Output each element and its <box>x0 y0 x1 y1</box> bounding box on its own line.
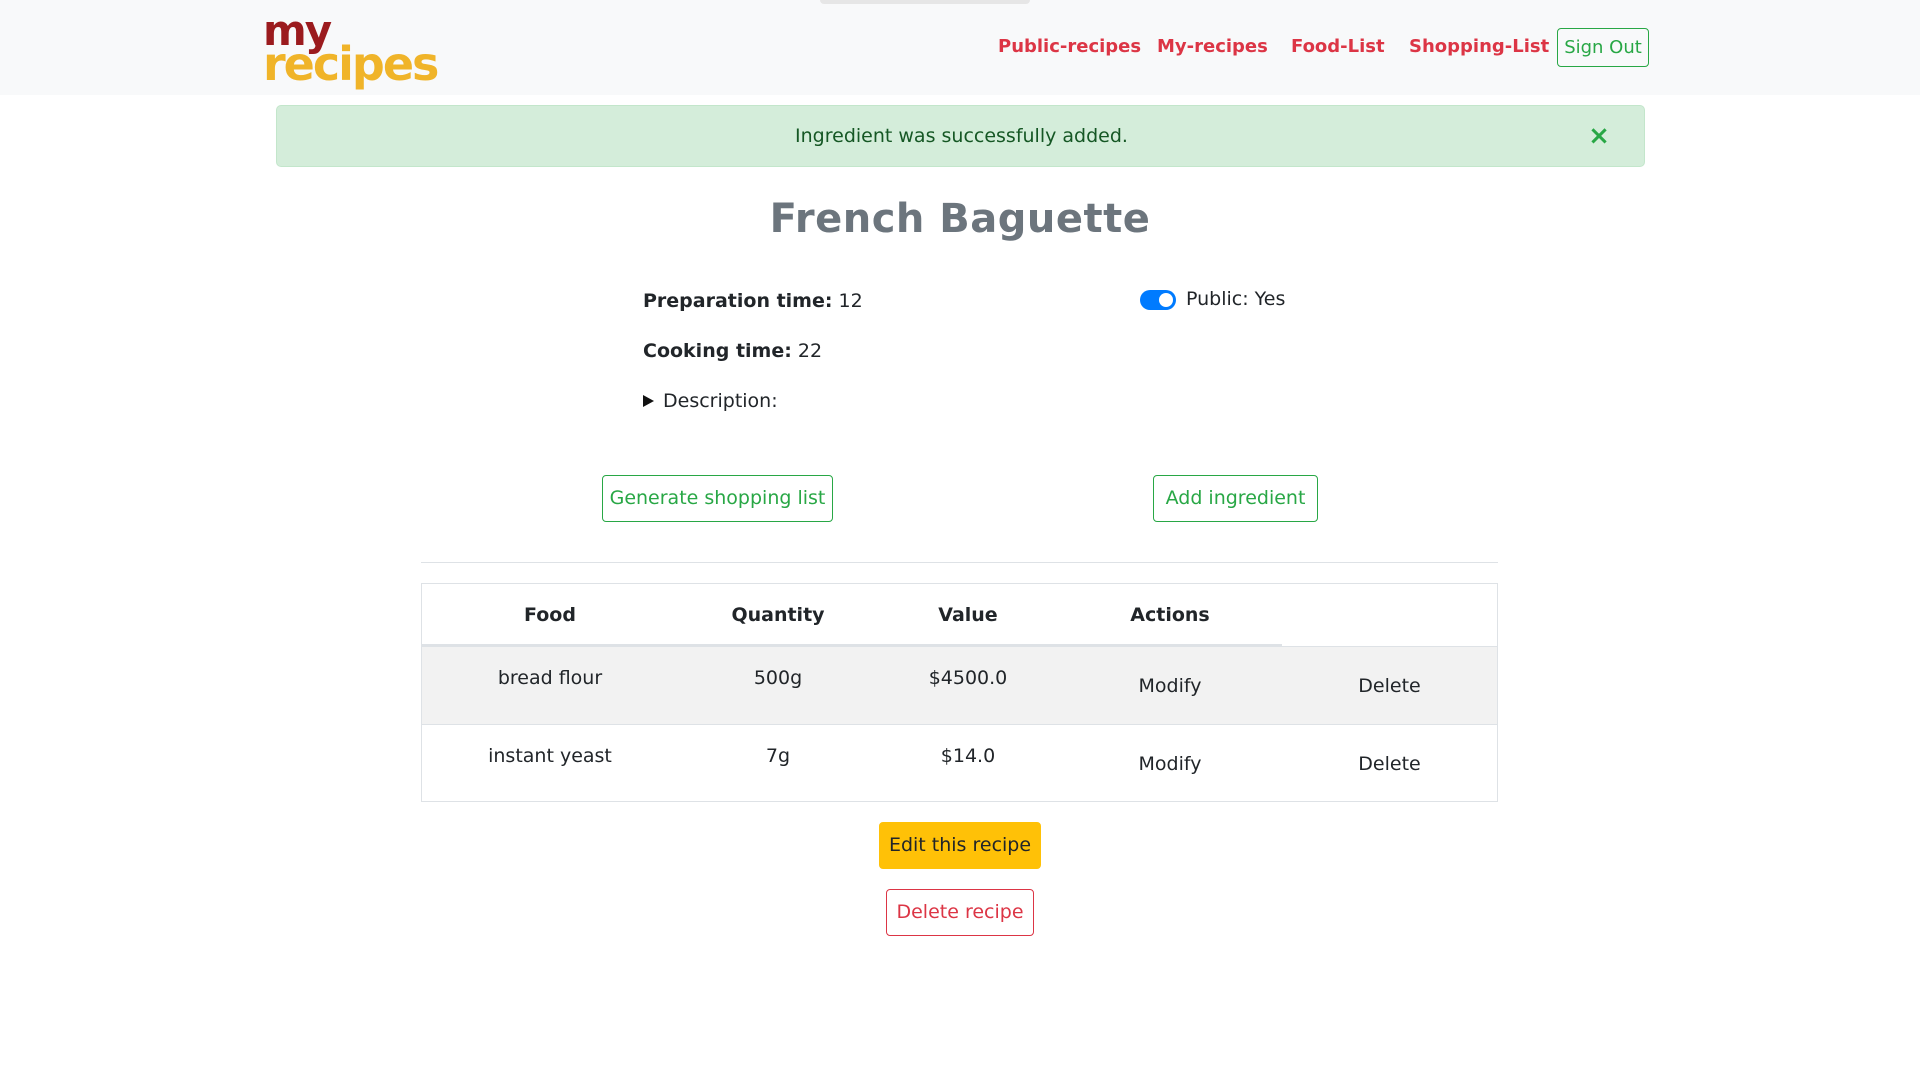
cook-time-value: 22 <box>797 340 823 362</box>
cell-food: instant yeast <box>488 745 612 767</box>
page-title: French Baguette <box>769 196 1151 242</box>
prep-time-value: 12 <box>838 290 863 312</box>
generate-shopping-list-button[interactable]: Generate shopping list <box>602 475 833 522</box>
delete-recipe-button[interactable]: Delete recipe <box>886 889 1034 936</box>
cell-value: $4500.0 <box>928 667 1008 689</box>
header-actions: Actions <box>1130 604 1210 626</box>
cell-value: $14.0 <box>940 745 996 767</box>
header-value: Value <box>938 604 998 626</box>
cell-quantity: 7g <box>765 745 791 767</box>
prep-time: Preparation time: 12 <box>643 290 863 312</box>
nav-link-public-recipes[interactable]: Public-recipes <box>998 36 1141 57</box>
success-alert: Ingredient was successfully added. × <box>276 105 1645 167</box>
nav-link-my-recipes[interactable]: My-recipes <box>1157 36 1268 57</box>
delete-link[interactable]: Delete <box>1282 753 1497 775</box>
ingredients-table: Food Quantity Value Actions bread flour … <box>421 583 1498 802</box>
cell-food: bread flour <box>497 667 603 689</box>
table-row: instant yeast 7g $14.0 Modify Delete <box>422 724 1497 802</box>
table-row: bread flour 500g $4500.0 Modify Delete <box>422 646 1497 724</box>
description-label: Description: <box>663 390 778 412</box>
divider <box>421 562 1498 563</box>
table-header: Food Quantity Value Actions <box>422 584 1497 646</box>
nav-link-shopping-list[interactable]: Shopping-List <box>1409 36 1549 57</box>
top-tab-indicator <box>820 0 1030 4</box>
switch-knob <box>1159 293 1173 307</box>
add-ingredient-button[interactable]: Add ingredient <box>1153 475 1318 522</box>
cook-time: Cooking time: 22 <box>643 340 822 362</box>
header-food: Food <box>524 604 576 626</box>
header-quantity: Quantity <box>731 604 825 626</box>
public-label: Public: Yes <box>1186 288 1286 310</box>
sign-out-button[interactable]: Sign Out <box>1557 28 1649 67</box>
delete-link[interactable]: Delete <box>1282 675 1497 697</box>
edit-recipe-button[interactable]: Edit this recipe <box>879 822 1041 869</box>
public-switch[interactable] <box>1140 290 1176 310</box>
modify-link[interactable]: Modify <box>1058 675 1282 697</box>
cell-quantity: 500g <box>753 667 803 689</box>
close-icon[interactable]: × <box>1584 120 1614 152</box>
alert-message: Ingredient was successfully added. <box>795 125 1128 147</box>
nav-link-food-list[interactable]: Food-List <box>1291 36 1385 57</box>
description-toggle[interactable]: Description: <box>643 390 778 412</box>
prep-time-label: Preparation time: <box>643 290 833 312</box>
modify-link[interactable]: Modify <box>1058 753 1282 775</box>
disclosure-triangle-icon <box>643 395 654 407</box>
cook-time-label: Cooking time: <box>643 340 792 362</box>
navbar: my recipes Public-recipes My-recipes Foo… <box>0 0 1920 95</box>
